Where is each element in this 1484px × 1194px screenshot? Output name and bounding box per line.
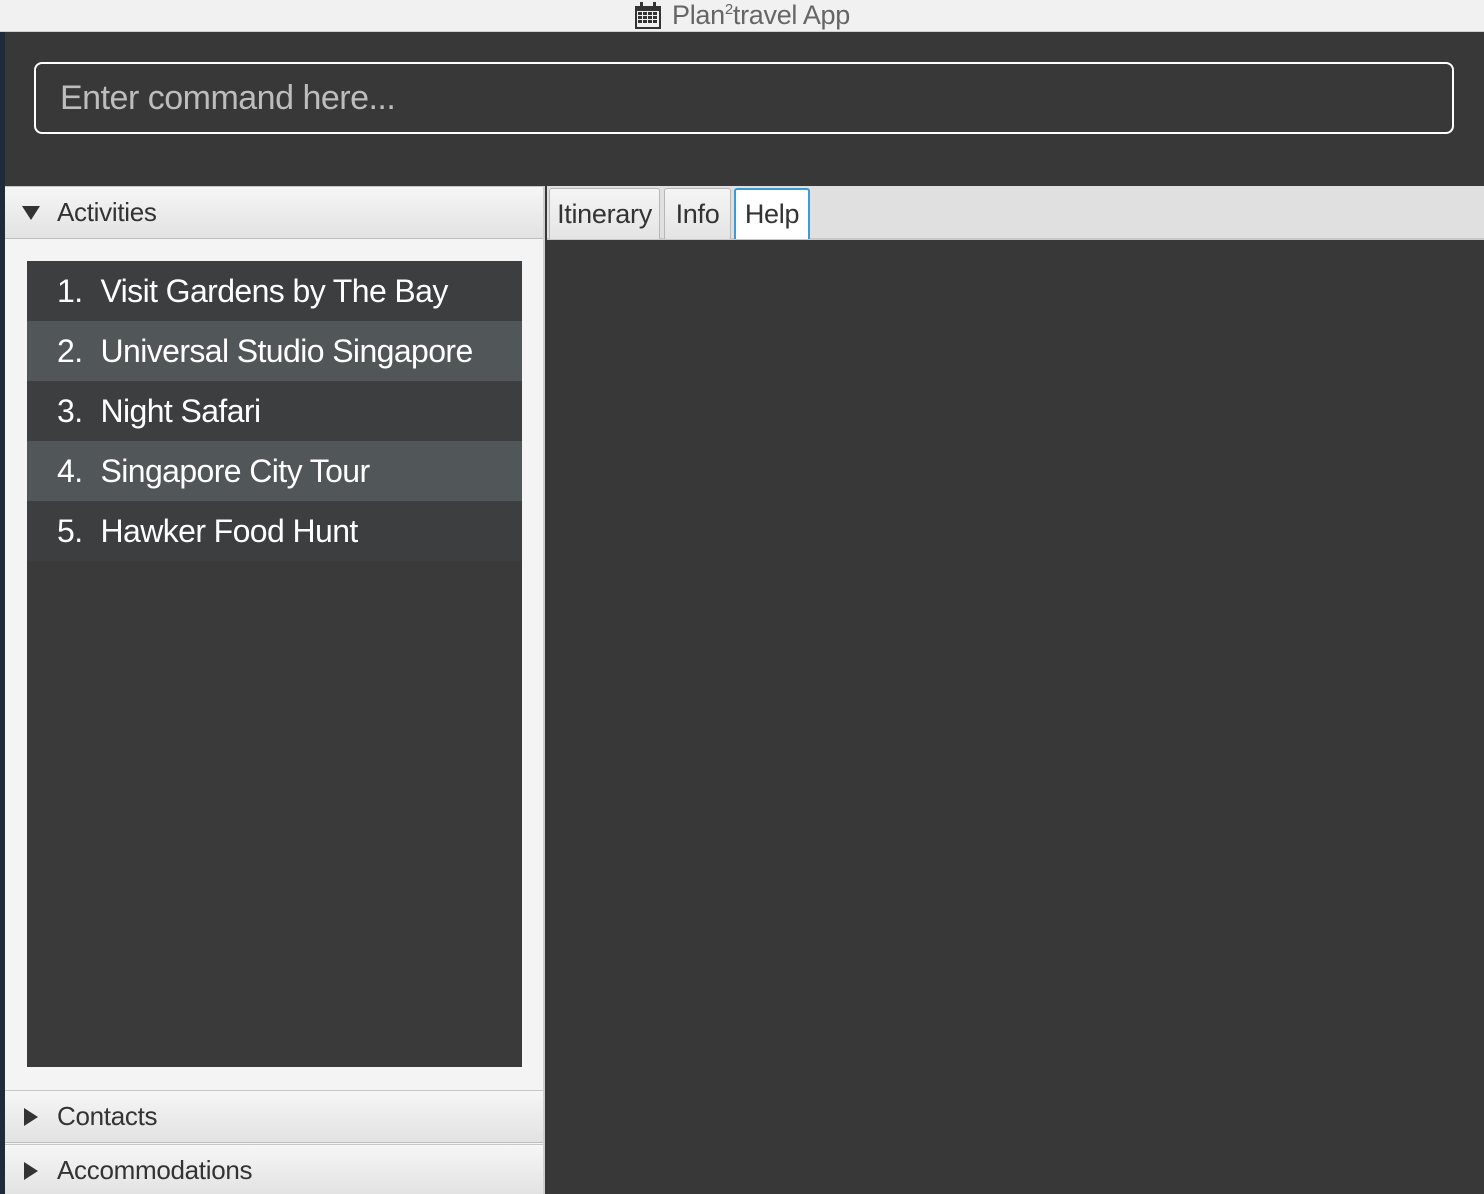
list-item[interactable]: 4. Singapore City Tour — [27, 441, 522, 501]
calendar-icon — [634, 1, 662, 30]
accordion-header-contacts[interactable]: Contacts — [5, 1090, 543, 1143]
activity-list: 1. Visit Gardens by The Bay 2. Universal S… — [27, 261, 522, 1067]
tab-itinerary[interactable]: Itinerary — [549, 188, 660, 239]
triangle-right-icon — [5, 1161, 57, 1180]
tab-help[interactable]: Help — [734, 188, 810, 239]
window-title: Plan2travel App — [672, 0, 850, 30]
command-input[interactable] — [34, 62, 1454, 134]
accordion-header-activities[interactable]: Activities — [5, 186, 543, 239]
sidebar-accordion: Activities 1. Visit Gardens by The Bay 2.… — [5, 186, 545, 1194]
accordion-label: Contacts — [57, 1101, 158, 1131]
list-item[interactable]: 1. Visit Gardens by The Bay — [27, 261, 522, 321]
list-item[interactable]: 3. Night Safari — [27, 381, 522, 441]
list-item[interactable]: 5. Hawker Food Hunt — [27, 501, 522, 561]
accordion-label: Accommodations — [57, 1155, 253, 1185]
tab-content-panel — [547, 240, 1484, 1194]
list-item[interactable]: 2. Universal Studio Singapore — [27, 321, 522, 381]
tab-info[interactable]: Info — [664, 188, 731, 239]
triangle-down-icon — [5, 205, 57, 220]
accordion-header-accommodations[interactable]: Accommodations — [5, 1144, 543, 1194]
command-box — [5, 32, 1484, 186]
title-bar: Plan2travel App — [0, 0, 1484, 32]
tab-bar: Itinerary Info Help — [547, 186, 1484, 240]
triangle-right-icon — [5, 1107, 57, 1126]
app-window: Plan2travel App Activities 1.Visit Garde… — [0, 0, 1484, 1194]
accordion-label: Activities — [57, 197, 157, 227]
